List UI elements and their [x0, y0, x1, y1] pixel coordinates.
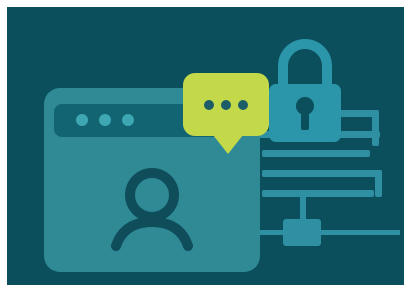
window-dot-3 — [122, 114, 134, 126]
line-right-vert-2 — [375, 170, 382, 197]
window-dots — [76, 114, 134, 126]
network-bus-right — [320, 230, 400, 235]
window-dot-1 — [76, 114, 88, 126]
line-3 — [262, 150, 370, 157]
chat-dot-1 — [204, 100, 214, 110]
window-dot-2 — [99, 114, 111, 126]
line-4 — [262, 170, 382, 177]
chat-dots — [204, 100, 248, 110]
illustration — [0, 0, 411, 292]
line-right-vert — [372, 110, 379, 146]
network-stem — [300, 190, 306, 220]
network-bus-left — [260, 230, 286, 235]
lock-keyhole-stem — [301, 108, 309, 130]
network-node-icon — [283, 219, 321, 246]
chat-dot-3 — [238, 100, 248, 110]
chat-dot-2 — [221, 100, 231, 110]
security-illustration — [0, 0, 411, 292]
line-5 — [262, 190, 374, 197]
